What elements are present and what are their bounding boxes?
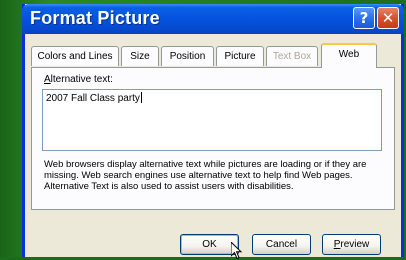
tab-text-box: Text Box (266, 46, 318, 66)
title-bar[interactable]: Format Picture ? ✕ (22, 4, 404, 34)
alternative-text-value: 2007 Fall Class party (46, 93, 140, 104)
tab-position[interactable]: Position (161, 46, 214, 66)
dialog-title: Format Picture (30, 8, 160, 28)
alternative-text-help: Web browsers display alternative text wh… (44, 159, 367, 192)
tab-web[interactable]: Web (321, 43, 377, 68)
mouse-pointer-icon (231, 242, 243, 260)
alternative-text-label: Alternative text: (44, 74, 113, 85)
alternative-text-input[interactable]: 2007 Fall Class party (42, 89, 382, 151)
tab-colors-and-lines[interactable]: Colors and Lines (31, 46, 119, 66)
question-mark-icon: ? (359, 9, 369, 27)
help-button[interactable]: ? (353, 7, 375, 29)
cancel-button[interactable]: Cancel (252, 234, 311, 255)
format-picture-dialog: Format Picture ? ✕ Colors and Lines Size… (22, 4, 404, 260)
web-tab-panel: Alternative text: 2007 Fall Class party … (31, 67, 395, 210)
tab-size[interactable]: Size (121, 46, 159, 66)
preview-button[interactable]: Preview (322, 234, 381, 255)
tab-picture[interactable]: Picture (216, 46, 264, 66)
text-caret (140, 92, 142, 103)
close-icon: ✕ (381, 9, 395, 27)
close-button[interactable]: ✕ (377, 7, 399, 29)
